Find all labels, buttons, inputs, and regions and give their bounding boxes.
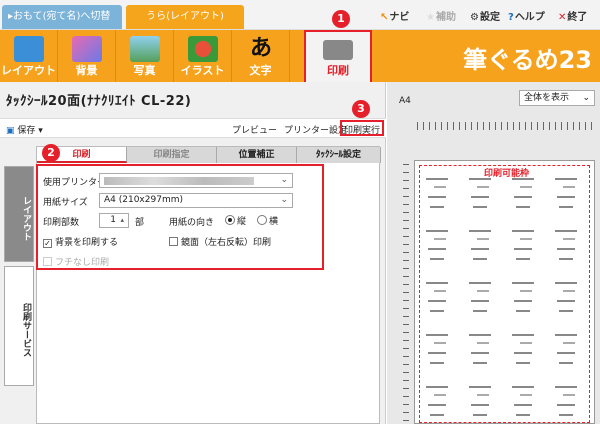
navi-menu[interactable]: ↖ナビ [380, 8, 409, 23]
highlight-print [304, 30, 372, 84]
chevron-down-icon: ⌄ [582, 93, 590, 103]
star-icon: ★ [426, 12, 435, 23]
vertical-ruler [403, 164, 409, 422]
step-badge-2: 2 [42, 144, 60, 162]
document-title: ﾀｯｸｼｰﾙ20面(ﾅﾅｸﾘｴｲﾄ CL-22) [6, 94, 192, 109]
gear-icon: ⚙ [470, 12, 479, 23]
side-tab-print-service[interactable]: 印刷サービス [4, 266, 34, 386]
step-badge-1: 1 [332, 10, 350, 28]
illust-button[interactable]: イラスト [174, 30, 232, 82]
preview-button[interactable]: プレビュー [232, 123, 277, 136]
app-logo: 筆ぐるめ23 [463, 46, 592, 74]
label-cell [469, 226, 497, 278]
label-cell [426, 382, 454, 434]
printable-area: 印刷可能枠 [419, 165, 590, 423]
background-button[interactable]: 背景 [58, 30, 116, 82]
label-cell [555, 174, 583, 226]
label-cell [426, 278, 454, 330]
panel-tabs: 印刷 印刷指定 位置補正 ﾀｯｸｼｰﾙ設定 [37, 147, 381, 163]
illust-icon [188, 36, 218, 62]
photo-icon [130, 36, 160, 62]
ribbon: レイアウト 背景 写真 イラスト あ文字 印刷 筆ぐるめ23 [0, 30, 600, 82]
highlight-execute [340, 120, 384, 136]
page-size-label: A4 [399, 96, 411, 106]
tab-front-switch[interactable]: ▸おもて(宛て名)へ切替 [2, 5, 122, 29]
editor-panel: ﾀｯｸｼｰﾙ20面(ﾅﾅｸﾘｴｲﾄ CL-22) ▣ 保存 ▾ プレビュー プリ… [0, 82, 386, 424]
preview-sheet: 印刷可能枠 [414, 160, 595, 424]
help-icon: ? [508, 12, 514, 23]
layout-button[interactable]: レイアウト [0, 30, 58, 82]
side-tabs: レイアウト 印刷サービス [0, 146, 34, 424]
label-cell [469, 382, 497, 434]
photo-button[interactable]: 写真 [116, 30, 174, 82]
label-cell [555, 226, 583, 278]
label-cell [426, 330, 454, 382]
close-icon: ✕ [558, 12, 567, 23]
text-button[interactable]: あ文字 [232, 30, 290, 82]
exit-menu[interactable]: ✕終了 [558, 8, 587, 23]
layout-icon [14, 36, 44, 62]
horizontal-ruler [417, 122, 595, 130]
label-cell [426, 226, 454, 278]
printer-settings-button[interactable]: プリンター設定 [284, 123, 347, 136]
text-icon: あ [249, 36, 272, 61]
step-badge-3: 3 [352, 100, 370, 118]
label-cell [426, 174, 454, 226]
preview-pane: A4 全体を表示 ⌄ 印刷可能枠 [387, 82, 600, 424]
tab-print-spec[interactable]: 印刷指定 [127, 147, 217, 163]
label-cell [512, 330, 540, 382]
label-cell [469, 278, 497, 330]
help-menu[interactable]: ?ヘルプ [508, 8, 545, 23]
print-toolbar: ▣ 保存 ▾ プレビュー プリンター設定 印刷実行 [0, 118, 386, 138]
highlight-settings [36, 164, 324, 270]
tab-position[interactable]: 位置補正 [217, 147, 297, 163]
label-cell [555, 278, 583, 330]
tab-back-layout[interactable]: うら(レイアウト) [126, 5, 244, 29]
side-tab-layout[interactable]: レイアウト [4, 166, 34, 262]
background-icon [72, 36, 102, 62]
label-cell [469, 330, 497, 382]
tab-tack-seal[interactable]: ﾀｯｸｼｰﾙ設定 [297, 147, 381, 163]
settings-menu[interactable]: ⚙設定 [470, 8, 500, 23]
label-cell [555, 382, 583, 434]
save-button[interactable]: ▣ 保存 ▾ [6, 123, 43, 136]
save-icon: ▣ [6, 126, 15, 136]
zoom-select[interactable]: 全体を表示 ⌄ [519, 90, 595, 106]
label-cell [555, 330, 583, 382]
label-cell [512, 382, 540, 434]
label-cell [469, 174, 497, 226]
label-cell [512, 174, 540, 226]
navi-icon: ↖ [380, 12, 389, 23]
label-cell [512, 278, 540, 330]
assist-menu[interactable]: ★補助 [426, 8, 456, 23]
label-cell [512, 226, 540, 278]
tab-bar: ▸おもて(宛て名)へ切替 うら(レイアウト) ↖ナビ ★補助 ⚙設定 ?ヘルプ … [0, 0, 600, 30]
